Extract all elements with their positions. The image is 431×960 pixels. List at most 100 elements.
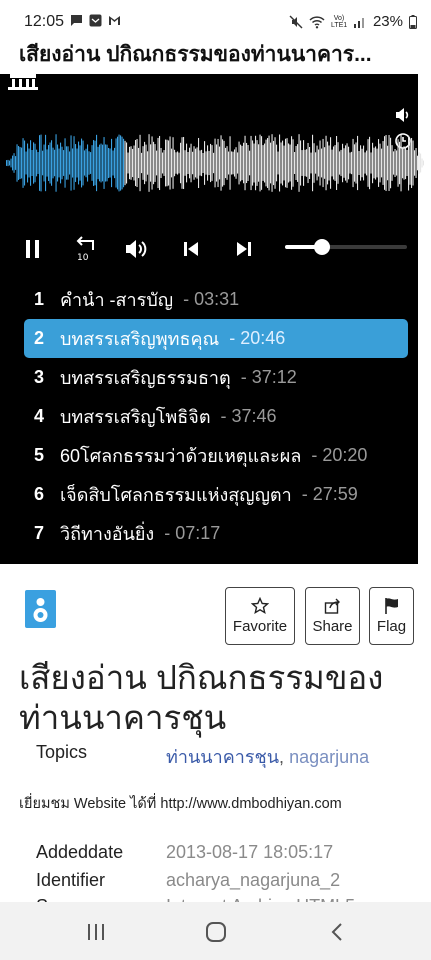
recent-apps-button[interactable] xyxy=(84,920,108,944)
waveform-bar xyxy=(349,152,351,174)
waveform-bar xyxy=(342,143,344,183)
item-title: เสียงอ่าน ปกิณกธรรมของท่านนาคารชุน xyxy=(19,659,384,736)
audio-media-icon xyxy=(25,590,56,628)
chat-icon xyxy=(71,15,82,26)
track-number: 7 xyxy=(34,523,45,543)
playlist-item[interactable]: 4 บทสรรเสริญโพธิจิต - 37:46 xyxy=(24,397,408,436)
waveform-bar xyxy=(276,144,278,182)
volume-button[interactable] xyxy=(122,234,152,264)
waveform-bar xyxy=(355,142,357,184)
waveform-bar xyxy=(411,137,413,189)
waveform-bar xyxy=(187,152,189,174)
waveform-bar xyxy=(387,145,389,181)
waveform-bar xyxy=(352,138,354,188)
home-button[interactable] xyxy=(204,920,228,944)
waveform-bar xyxy=(309,147,311,179)
waveform-bar xyxy=(61,146,63,180)
waveform-bar xyxy=(6,160,8,166)
waveform-bar xyxy=(280,142,282,184)
waveform-bar xyxy=(192,151,194,175)
waveform-bar xyxy=(49,142,51,184)
next-track-button[interactable] xyxy=(229,234,259,264)
track-title: บทสรรเสริญธรรมธาตุ xyxy=(60,368,231,388)
track-number: 4 xyxy=(34,406,45,426)
pause-button[interactable] xyxy=(18,234,48,264)
waveform-bar xyxy=(189,147,191,179)
waveform-bar xyxy=(214,138,216,188)
waveform-bar xyxy=(43,144,45,182)
waveform-bar xyxy=(204,141,206,185)
waveform-bar xyxy=(114,147,116,179)
waveform-bar xyxy=(351,151,353,175)
playlist-item[interactable]: 5 60โศลกธรรมว่าด้วยเหตุและผล - 20:20 xyxy=(24,436,408,475)
waveform-bar xyxy=(177,151,179,175)
waveform-bar xyxy=(93,140,95,186)
waveform-bar xyxy=(393,151,395,175)
share-icon xyxy=(324,598,340,614)
waveform-bar xyxy=(30,140,32,186)
identifier-label: Identifier xyxy=(36,870,106,890)
waveform-bar xyxy=(243,142,245,184)
waveform-bar xyxy=(90,152,92,174)
waveform-bar xyxy=(184,150,186,176)
playlist-item[interactable]: 1 คำนำ -สารบัญ - 03:31 xyxy=(24,280,408,319)
topic-link-nagarjuna[interactable]: nagarjuna xyxy=(289,747,369,767)
volume-slider-knob[interactable] xyxy=(313,239,330,255)
waveform-bar xyxy=(66,146,68,180)
waveform-bar xyxy=(28,148,30,178)
waveform-bar xyxy=(391,145,393,181)
waveform-bar xyxy=(267,138,269,188)
waveform-bar xyxy=(7,159,9,167)
waveform-bar xyxy=(300,140,302,186)
waveform-bar xyxy=(225,147,227,179)
playlist-item[interactable]: 7 วิถีทางอันยิ่ง - 07:17 xyxy=(24,514,408,553)
waveform-bar xyxy=(51,140,53,186)
waveform-bar xyxy=(274,137,276,189)
waveform-bar xyxy=(298,134,300,192)
rewind-10-button[interactable]: 10 xyxy=(71,234,101,264)
share-button[interactable]: Share xyxy=(305,587,360,645)
waveform-bar xyxy=(334,145,336,181)
waveform-bar xyxy=(340,149,342,177)
track-duration: - 03:31 xyxy=(183,289,240,309)
waveform-bar xyxy=(361,148,363,178)
waveform-bar xyxy=(306,149,308,177)
topic-link-thai[interactable]: ท่านนาคารชุน xyxy=(166,747,279,767)
waveform-bar xyxy=(76,148,78,178)
skip-next-icon xyxy=(237,242,251,256)
pause-icon xyxy=(26,240,39,258)
waveform-bar xyxy=(337,142,339,184)
waveform-bar xyxy=(150,144,152,182)
playlist-item[interactable]: 2 บทสรรเสริญพุทธคุณ - 20:46 xyxy=(24,319,408,358)
waveform-bar xyxy=(39,135,41,191)
waveform-bar xyxy=(162,152,164,174)
waveform-bar xyxy=(304,149,306,177)
waveform-bar xyxy=(105,144,107,182)
previous-track-button[interactable] xyxy=(176,234,206,264)
waveform-bar xyxy=(388,135,390,191)
playlist-item[interactable]: 3 บทสรรเสริญธรรมธาตุ - 37:12 xyxy=(24,358,408,397)
waveform[interactable] xyxy=(6,132,424,194)
archive-logo-icon xyxy=(8,74,38,90)
flag-button[interactable]: Flag xyxy=(369,587,414,645)
waveform-bar xyxy=(16,144,18,182)
track-duration: - 20:46 xyxy=(229,328,286,348)
volume-slider[interactable] xyxy=(285,245,407,249)
star-icon xyxy=(251,597,269,615)
playlist-item[interactable]: 6 เจ็ดสิบโศลกธรรมแห่งสุญญตา - 27:59 xyxy=(24,475,408,514)
waveform-bar xyxy=(240,144,242,182)
volume-small-icon[interactable] xyxy=(394,106,412,124)
waveform-bar xyxy=(322,138,324,188)
waveform-bar xyxy=(268,135,270,191)
waveform-bar xyxy=(330,137,332,189)
waveform-bar xyxy=(135,139,137,187)
addeddate-label: Addeddate xyxy=(36,842,124,862)
back-button[interactable] xyxy=(325,920,349,944)
track-duration: - 20:20 xyxy=(311,445,368,465)
track-title: บทสรรเสริญโพธิจิต xyxy=(60,407,211,427)
favorite-button[interactable]: Favorite xyxy=(225,587,295,645)
waveform-bar xyxy=(12,155,14,171)
waveform-bar xyxy=(291,136,293,190)
waveform-bar xyxy=(82,140,84,186)
waveform-bar xyxy=(153,141,155,185)
